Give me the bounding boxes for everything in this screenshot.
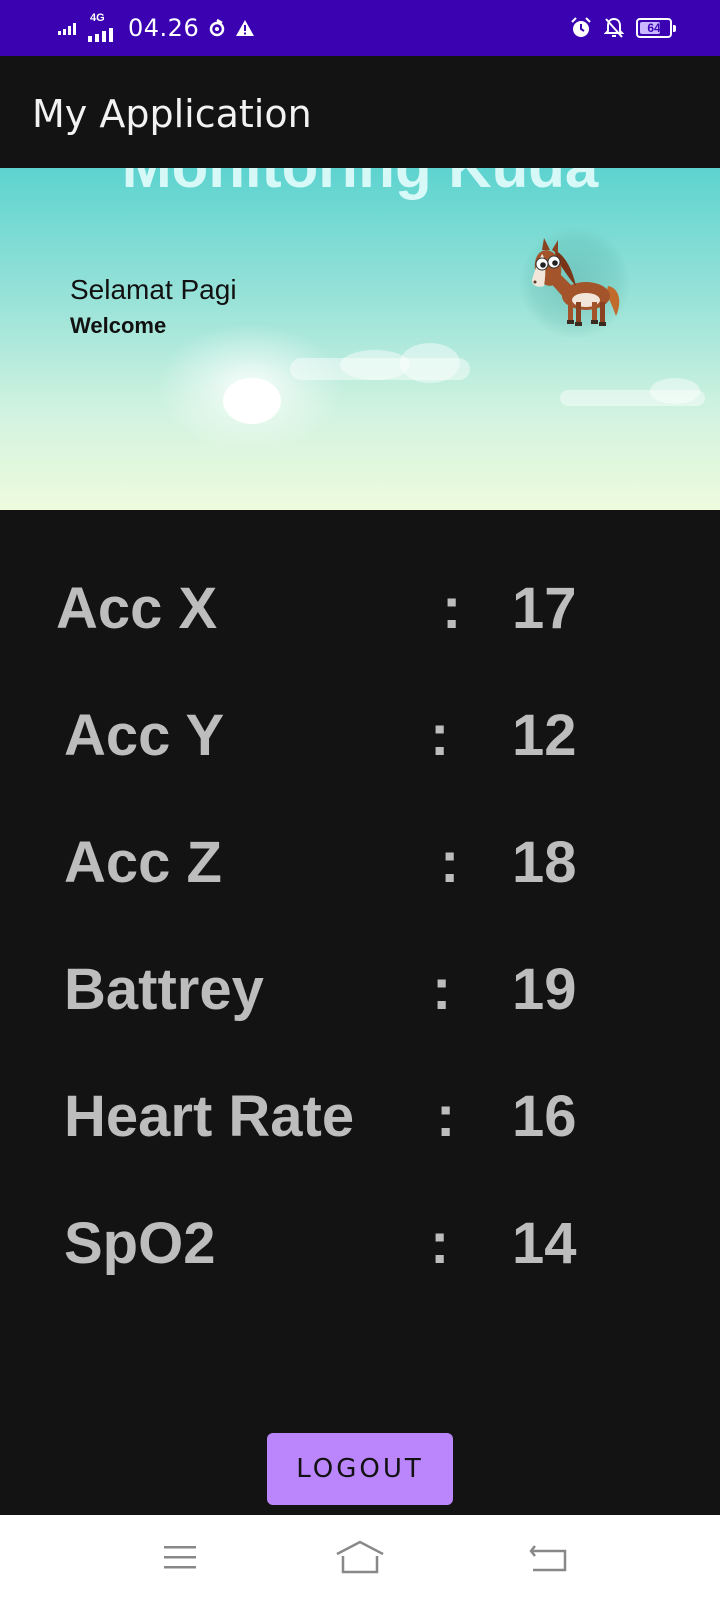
reading-row-heart-rate: Heart Rate : 16 bbox=[0, 1083, 720, 1163]
network-type-icon: 4G bbox=[88, 12, 120, 42]
reading-row-acc-z: Acc Z : 18 bbox=[0, 829, 720, 909]
warning-icon bbox=[236, 20, 255, 36]
menu-icon[interactable] bbox=[155, 1535, 205, 1579]
reading-value: 16 bbox=[512, 1084, 577, 1149]
reading-label: Acc Y bbox=[64, 703, 225, 768]
reading-row-acc-y: Acc Y : 12 bbox=[0, 702, 720, 782]
swirl-app-icon bbox=[209, 18, 225, 37]
reading-label: Acc Z bbox=[64, 830, 222, 895]
home-icon[interactable] bbox=[335, 1535, 385, 1579]
battery-level: 64 bbox=[647, 21, 661, 35]
page-title: My Application bbox=[32, 92, 312, 136]
status-left: 4G 04.26 bbox=[58, 12, 255, 43]
header-title: Monitoring Kuda bbox=[0, 168, 720, 201]
reading-value: 18 bbox=[512, 830, 577, 895]
reading-separator: : bbox=[432, 957, 452, 1022]
sun bbox=[223, 378, 281, 424]
reading-label: Acc X bbox=[56, 576, 218, 641]
greeting-text: Selamat Pagi bbox=[70, 274, 237, 305]
reading-value: 17 bbox=[512, 576, 577, 641]
reading-row-spo2: SpO2 : 14 bbox=[0, 1210, 720, 1290]
logout-button[interactable]: LOGOUT bbox=[267, 1433, 453, 1505]
cloud-shape bbox=[650, 378, 700, 404]
battery-icon: 64 bbox=[636, 18, 676, 38]
reading-separator: : bbox=[430, 1211, 450, 1276]
system-nav-bar bbox=[0, 1515, 720, 1600]
reading-label: Battrey bbox=[64, 957, 264, 1022]
horse-avatar bbox=[520, 228, 630, 338]
cloud-shape bbox=[340, 350, 410, 380]
reading-row-acc-x: Acc X : 17 bbox=[0, 575, 720, 655]
reading-value: 19 bbox=[512, 957, 577, 1022]
network-type: 4G bbox=[90, 12, 105, 24]
signal-icon bbox=[58, 23, 76, 35]
reading-value: 12 bbox=[512, 703, 577, 768]
alarm-icon bbox=[571, 17, 591, 37]
reading-label: Heart Rate bbox=[64, 1084, 355, 1149]
back-icon[interactable] bbox=[524, 1535, 574, 1579]
welcome-text: Welcome bbox=[70, 313, 167, 338]
status-bar: 4G 04.26 64 bbox=[0, 0, 720, 56]
horse-icon bbox=[532, 238, 620, 326]
status-right: 64 bbox=[570, 13, 676, 43]
reading-separator: : bbox=[430, 703, 450, 768]
status-time: 04.26 bbox=[128, 14, 200, 42]
header-banner: Monitoring Kuda Selamat Pagi Welcome bbox=[0, 168, 720, 510]
reading-separator: : bbox=[440, 830, 460, 895]
reading-separator: : bbox=[442, 576, 462, 641]
reading-separator: : bbox=[436, 1084, 456, 1149]
mute-notification-icon bbox=[604, 17, 624, 38]
reading-row-battery: Battrey : 19 bbox=[0, 956, 720, 1036]
reading-value: 14 bbox=[512, 1211, 577, 1276]
app-bar: My Application bbox=[0, 56, 720, 168]
reading-label: SpO2 bbox=[64, 1211, 216, 1276]
